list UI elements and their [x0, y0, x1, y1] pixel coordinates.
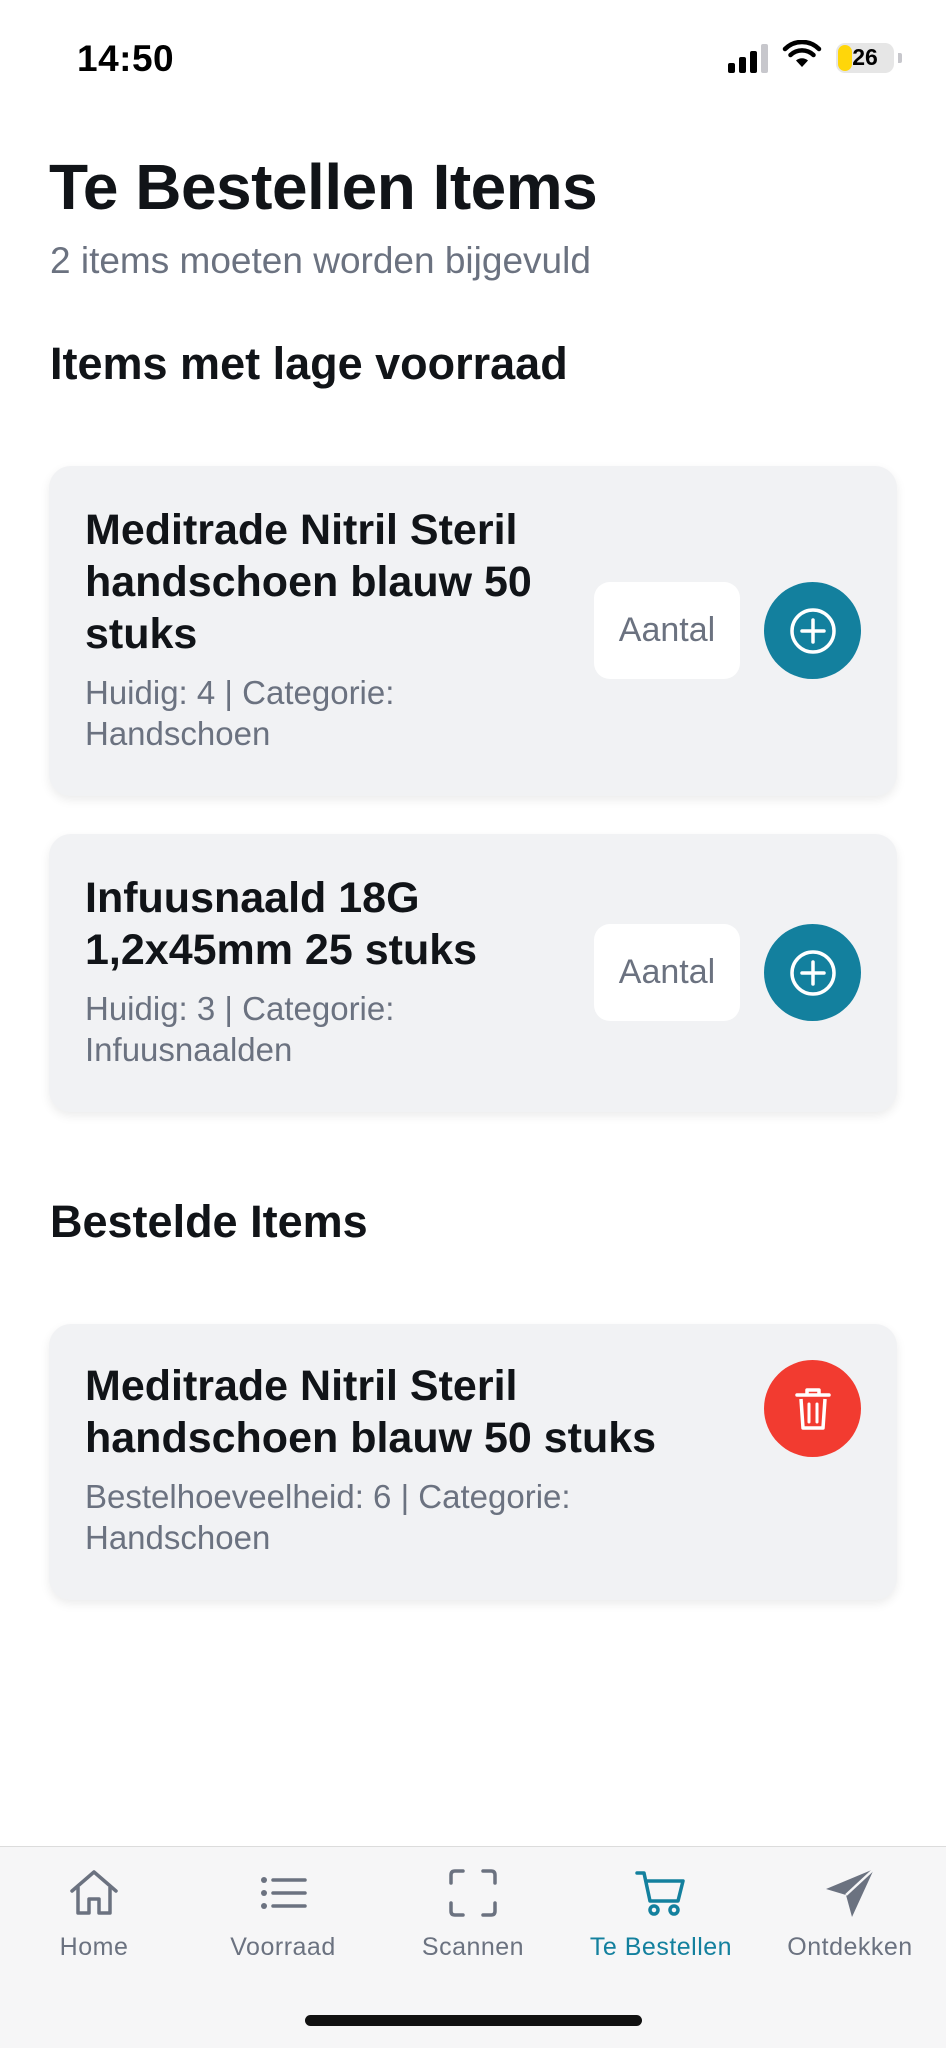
low-stock-section-title: Items met lage voorraad [50, 338, 568, 389]
wifi-icon [782, 39, 822, 75]
tab-label: Scannen [421, 1933, 525, 1961]
tab-te-bestellen[interactable]: Te Bestellen [566, 1863, 756, 1973]
battery-cap [898, 52, 902, 63]
status-icons: 26 [728, 39, 902, 75]
item-name: Infuusnaald 18G 1,2x45mm 25 stuks [85, 874, 478, 974]
ordered-item-card: Meditrade Nitril Steril handschoen blauw… [49, 1324, 897, 1600]
item-name: Meditrade Nitril Steril handschoen blauw… [85, 1362, 657, 1462]
trash-icon [794, 1387, 831, 1430]
status-bar: 14:50 26 [0, 0, 946, 120]
cellular-signal-icon [728, 43, 768, 73]
quantity-input[interactable] [594, 924, 740, 1021]
paper-plane-icon [820, 1863, 880, 1923]
tab-voorraad[interactable]: Voorraad [188, 1863, 378, 1973]
item-name: Meditrade Nitril Steril handschoen blauw… [85, 506, 532, 658]
status-time: 14:50 [77, 38, 175, 79]
tab-label: Ontdekken [787, 1933, 913, 1961]
low-stock-card: Meditrade Nitril Steril handschoen blauw… [49, 466, 897, 796]
tab-ontdekken[interactable]: Ontdekken [755, 1863, 945, 1973]
tab-label: Te Bestellen [589, 1933, 733, 1961]
page-title: Te Bestellen Items [49, 151, 598, 223]
plus-circle-icon [789, 949, 836, 996]
list-icon [253, 1863, 313, 1923]
home-indicator [305, 2015, 642, 2026]
delete-order-button[interactable] [764, 1360, 861, 1457]
add-to-order-button[interactable] [764, 924, 861, 1021]
tab-home[interactable]: Home [0, 1863, 189, 1973]
tab-label: Home [59, 1933, 129, 1961]
page-subtitle: 2 items moeten worden bijgevuld [50, 240, 591, 281]
battery-icon: 26 [836, 42, 894, 73]
item-meta: Huidig: 4 | Categorie: Handschoen [85, 674, 395, 752]
ordered-section-title: Bestelde Items [50, 1196, 368, 1247]
plus-circle-icon [789, 607, 836, 654]
item-meta: Huidig: 3 | Categorie: Infuusnaalden [85, 990, 395, 1068]
add-to-order-button[interactable] [764, 582, 861, 679]
tab-scannen[interactable]: Scannen [378, 1863, 568, 1973]
home-icon [64, 1863, 124, 1923]
item-meta: Bestelhoeveelheid: 6 | Categorie: Handsc… [85, 1478, 571, 1556]
low-stock-card: Infuusnaald 18G 1,2x45mm 25 stuks Huidig… [49, 834, 897, 1112]
tab-label: Voorraad [230, 1933, 336, 1961]
quantity-input[interactable] [594, 582, 740, 679]
scan-icon [443, 1863, 503, 1923]
cart-icon [631, 1863, 691, 1923]
battery-percentage: 26 [852, 44, 878, 70]
